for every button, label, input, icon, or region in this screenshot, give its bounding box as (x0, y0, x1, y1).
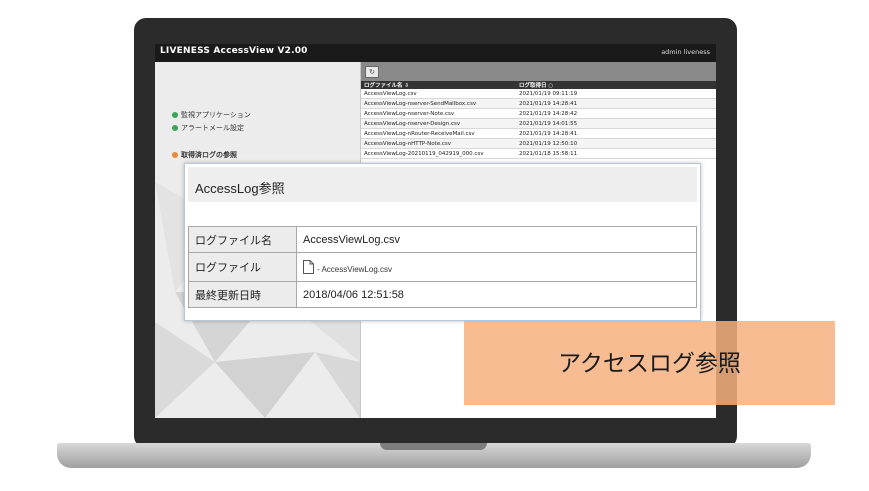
cell-date: 2021/01/19 12:50:10 (516, 138, 716, 149)
dialog-title: AccessLog参照 (195, 181, 285, 196)
cell-date: 2021/01/19 14:28:41 (516, 128, 716, 139)
cell-date: 2021/01/19 09:11:19 (516, 89, 716, 99)
cell-filename[interactable]: AccessViewLog-nserver-Note.csv (361, 108, 516, 119)
sidebar-item-monitor-apps[interactable]: 監視アプリケーション (172, 110, 251, 120)
cell-filename[interactable]: AccessViewLog.csv (361, 89, 516, 99)
table-row[interactable]: AccessViewLog-20210119_042919_000.csv 202… (361, 148, 716, 159)
cell-filename[interactable]: AccessViewLog-nRouter-ReceiveMail.csv (361, 128, 516, 139)
laptop-base-notch (380, 443, 487, 450)
table-row[interactable]: AccessViewLog-nRouter-ReceiveMail.csv 202… (361, 128, 716, 139)
column-header-date[interactable]: ログ取得日 ○ (516, 81, 716, 89)
detail-label: ログファイル名 (188, 226, 297, 253)
cell-filename[interactable]: AccessViewLog-nserver-Design.csv (361, 118, 516, 129)
detail-label: 最終更新日時 (188, 281, 297, 308)
detail-row-filename: ログファイル名 AccessViewLog.csv (188, 226, 697, 253)
user-name[interactable]: admin liveness (661, 48, 710, 56)
table-row[interactable]: AccessViewLog-nserver-Design.csv 2021/01/… (361, 118, 716, 129)
detail-value: 2018/04/06 12:51:58 (296, 281, 697, 308)
cell-filename[interactable]: AccessViewLog-nserver-SendMailbox.csv (361, 98, 516, 109)
cell-date: 2021/01/19 14:28:42 (516, 108, 716, 119)
table-row[interactable]: AccessViewLog-nserver-SendMailbox.csv 202… (361, 98, 716, 109)
laptop-base (57, 443, 811, 468)
cell-date: 2021/01/19 14:01:55 (516, 118, 716, 129)
green-check-bullet-icon (172, 125, 178, 131)
table-row[interactable]: AccessViewLog-nHTTP-Note.csv 2021/01/19 1… (361, 138, 716, 149)
detail-row-file: ログファイル - AccessViewLog.csv (188, 252, 697, 282)
column-header-filename[interactable]: ログファイル名 ⇩ (361, 81, 516, 89)
detail-label: ログファイル (188, 252, 297, 282)
file-download-link[interactable]: - AccessViewLog.csv (317, 265, 392, 274)
refresh-icon[interactable]: ↻ (365, 66, 379, 78)
caption-box: アクセスログ参照 (464, 321, 835, 405)
table-row[interactable]: AccessViewLog.csv 2021/01/19 09:11:19 (361, 89, 716, 99)
app-title: LIVENESS AccessView V2.00 (160, 46, 308, 56)
dialog-header: AccessLog参照 (188, 167, 697, 202)
toolbar: ↻ (361, 62, 716, 81)
cell-date: 2021/01/18 15:58:11 (516, 148, 716, 159)
detail-value: AccessViewLog.csv (296, 226, 697, 253)
sidebar-item-label: アラートメール設定 (181, 124, 244, 132)
detail-file-cell: - AccessViewLog.csv (296, 252, 697, 282)
orange-bullet-icon (172, 152, 178, 158)
green-check-bullet-icon (172, 112, 178, 118)
app-header: LIVENESS AccessView V2.00 admin liveness (155, 44, 716, 62)
table-row[interactable]: AccessViewLog-nserver-Note.csv 2021/01/19… (361, 108, 716, 119)
detail-row-updated: 最終更新日時 2018/04/06 12:51:58 (188, 281, 697, 308)
log-table: ログファイル名 ⇩ ログ取得日 ○ AccessViewLog.csv 2021/… (361, 81, 716, 159)
access-log-dialog: AccessLog参照 ログファイル名 AccessViewLog.csv ログ… (184, 163, 701, 321)
cell-filename[interactable]: AccessViewLog-nHTTP-Note.csv (361, 138, 516, 149)
cell-date: 2021/01/19 14:28:41 (516, 98, 716, 109)
sidebar-item-alert-mail[interactable]: アラートメール設定 (172, 123, 244, 133)
cell-filename[interactable]: AccessViewLog-20210119_042919_000.csv (361, 148, 516, 159)
sidebar-item-label: 監視アプリケーション (181, 111, 251, 119)
detail-table: ログファイル名 AccessViewLog.csv ログファイル - Acces… (188, 226, 697, 308)
sidebar-item-label: 取得済ログの参照 (181, 151, 237, 159)
sidebar-item-acquired-logs[interactable]: 取得済ログの参照 (172, 150, 237, 160)
caption-text: アクセスログ参照 (558, 350, 741, 376)
file-icon (303, 259, 314, 274)
